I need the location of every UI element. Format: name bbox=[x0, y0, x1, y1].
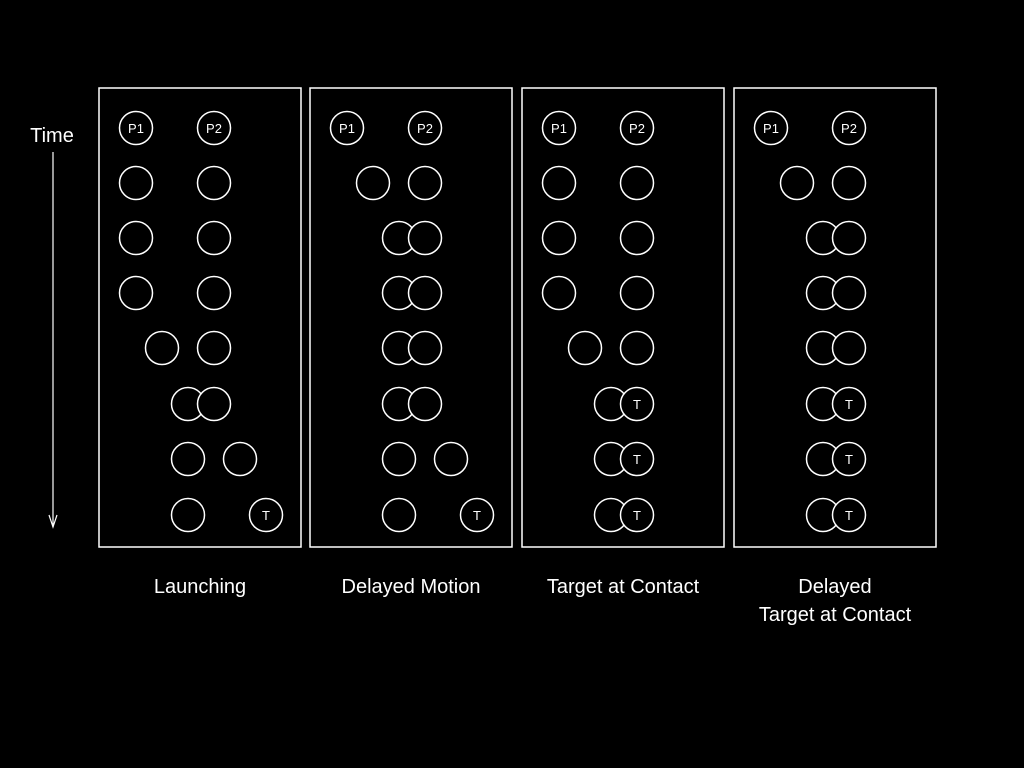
left-ball bbox=[381, 497, 417, 533]
left-ball bbox=[355, 165, 391, 201]
right-ball bbox=[407, 386, 443, 422]
panel-frame bbox=[733, 87, 937, 548]
left-ball bbox=[144, 330, 180, 366]
right-ball bbox=[196, 386, 232, 422]
right-ball bbox=[619, 220, 655, 256]
ball-label: P2 bbox=[417, 121, 433, 136]
right-ball bbox=[407, 220, 443, 256]
right-ball bbox=[196, 220, 232, 256]
ball-label: P1 bbox=[763, 121, 779, 136]
left-ball bbox=[118, 275, 154, 311]
panels: P1 P2 T Launching P1 P2 T Delayed Motion P1 P2 T T T… bbox=[98, 87, 937, 626]
panel: P1 P2 T Launching bbox=[98, 87, 302, 598]
panel-title: Target at Contact bbox=[759, 604, 912, 626]
panel-frame bbox=[309, 87, 513, 548]
ball-label: P1 bbox=[551, 121, 567, 136]
left-ball bbox=[567, 330, 603, 366]
left-ball bbox=[118, 165, 154, 201]
right-ball bbox=[619, 275, 655, 311]
left-ball bbox=[170, 497, 206, 533]
left-ball bbox=[541, 165, 577, 201]
right-ball bbox=[619, 330, 655, 366]
ball-label: T bbox=[633, 508, 641, 523]
ball-label: T bbox=[845, 397, 853, 412]
ball-label: T bbox=[473, 508, 481, 523]
time-axis-label: Time bbox=[30, 125, 74, 147]
right-ball bbox=[196, 330, 232, 366]
left-ball bbox=[541, 275, 577, 311]
right-ball bbox=[831, 275, 867, 311]
panel: P1 P2 T T T Delayed Target at Contact bbox=[733, 87, 937, 626]
left-ball bbox=[118, 220, 154, 256]
ball-label: T bbox=[845, 508, 853, 523]
right-ball bbox=[222, 441, 258, 477]
left-ball bbox=[381, 441, 417, 477]
panel-title: Delayed Motion bbox=[342, 576, 481, 598]
causal-launching-diagram: Time P1 P2TLaunchingP1 P2TDelayed MotionP1… bbox=[30, 87, 937, 626]
panel-title: Target at Contact bbox=[547, 576, 700, 598]
right-ball bbox=[196, 275, 232, 311]
right-ball bbox=[407, 165, 443, 201]
ball-label: T bbox=[633, 452, 641, 467]
right-ball bbox=[619, 165, 655, 201]
right-ball bbox=[433, 441, 469, 477]
right-ball bbox=[831, 330, 867, 366]
time-axis: Time bbox=[30, 125, 74, 529]
panel: P1 P2 T T T Target at Contact bbox=[521, 87, 725, 598]
ball-label: P2 bbox=[629, 121, 645, 136]
left-ball bbox=[779, 165, 815, 201]
panel-frame bbox=[521, 87, 725, 548]
right-ball bbox=[407, 330, 443, 366]
panel-title: Launching bbox=[154, 576, 246, 598]
panel-title: Delayed bbox=[798, 576, 871, 598]
right-ball bbox=[407, 275, 443, 311]
ball-label: P1 bbox=[128, 121, 144, 136]
ball-label: P2 bbox=[206, 121, 222, 136]
right-ball bbox=[831, 220, 867, 256]
left-ball bbox=[170, 441, 206, 477]
ball-label: T bbox=[845, 452, 853, 467]
left-ball bbox=[541, 220, 577, 256]
ball-label: P1 bbox=[339, 121, 355, 136]
panel: P1 P2 T Delayed Motion bbox=[309, 87, 513, 598]
ball-label: P2 bbox=[841, 121, 857, 136]
ball-label: T bbox=[633, 397, 641, 412]
right-ball bbox=[831, 165, 867, 201]
panel-frame bbox=[98, 87, 302, 548]
ball-label: T bbox=[262, 508, 270, 523]
right-ball bbox=[196, 165, 232, 201]
